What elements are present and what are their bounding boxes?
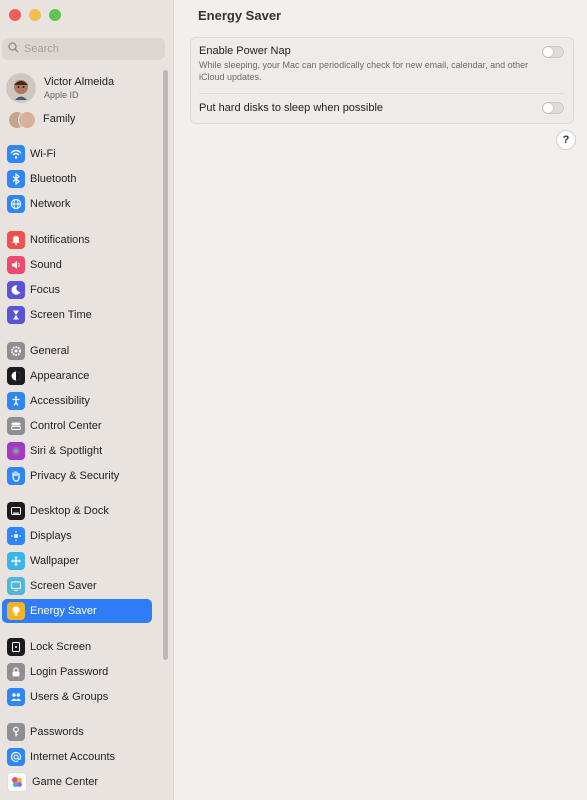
sidebar-item-notifications[interactable]: Notifications (2, 228, 152, 252)
sidebar-item-label: Bluetooth (30, 173, 77, 185)
sidebar-item-sound[interactable]: Sound (2, 253, 152, 277)
sidebar: Search Victor Almeida Apple ID Family Wi… (0, 0, 174, 800)
users-icon (7, 688, 25, 706)
sidebar-item-label: Network (30, 198, 71, 210)
search-placeholder: Search (24, 43, 59, 55)
gear-icon (7, 342, 25, 360)
sidebar-item-displays[interactable]: Displays (2, 524, 152, 548)
power-nap-label: Enable Power Nap (199, 45, 291, 57)
sidebar-item-label: Wi-Fi (30, 148, 56, 160)
game-center-icon (7, 772, 27, 792)
help-button[interactable]: ? (556, 130, 576, 150)
sidebar-item-control-center[interactable]: Control Center (2, 414, 152, 438)
key-icon (7, 723, 25, 741)
sidebar-item-lock-screen[interactable]: Lock Screen (2, 635, 152, 659)
sidebar-item-label: Siri & Spotlight (30, 445, 103, 457)
sidebar-item-label: Passwords (30, 726, 84, 738)
sidebar-item-focus[interactable]: Focus (2, 278, 152, 302)
sidebar-item-label: Sound (30, 259, 62, 271)
sidebar-item-label: Notifications (30, 234, 90, 246)
bell-icon (7, 231, 25, 249)
moon-icon (7, 281, 25, 299)
sidebar-item-label: Lock Screen (30, 641, 92, 653)
sidebar-item-internet-accounts[interactable]: Internet Accounts (2, 745, 152, 769)
sidebar-item-label: Appearance (30, 370, 90, 382)
minimize-window-button[interactable] (29, 9, 41, 21)
sidebar-item-appearance[interactable]: Appearance (2, 364, 152, 388)
family-avatars-icon (6, 111, 36, 129)
sidebar-item-label: Privacy & Security (30, 470, 120, 482)
bluetooth-icon (7, 170, 25, 188)
sidebar-item-wallpaper[interactable]: Wallpaper (2, 549, 152, 573)
sidebar-item-label: Login Password (30, 666, 109, 678)
sidebar-item-energy-saver[interactable]: Energy Saver (2, 599, 152, 623)
appearance-icon (7, 367, 25, 385)
disk-sleep-label: Put hard disks to sleep when possible (199, 102, 384, 114)
control-center-icon (7, 417, 25, 435)
power-nap-description: While sleeping, your Mac can periodicall… (199, 60, 529, 82)
sidebar-item-screen-time[interactable]: Screen Time (2, 303, 152, 327)
sidebar-item-label: Accessibility (30, 395, 90, 407)
sidebar-item-label: Users & Groups (30, 691, 109, 703)
settings-panel: Enable Power Nap While sleeping, your Ma… (190, 37, 574, 124)
search-icon (8, 42, 24, 56)
sidebar-item-label: Wallpaper (30, 555, 80, 567)
dock-icon (7, 502, 25, 520)
page-title: Energy Saver (198, 8, 282, 23)
screen-saver-icon (7, 577, 25, 595)
speaker-icon (7, 256, 25, 274)
sidebar-item-screen-saver[interactable]: Screen Saver (2, 574, 152, 598)
avatar (6, 73, 36, 103)
sidebar-item-passwords[interactable]: Passwords (2, 720, 152, 744)
siri-icon (7, 442, 25, 460)
power-nap-row: Enable Power Nap While sleeping, your Ma… (199, 45, 564, 83)
family-label: Family (43, 113, 76, 125)
sidebar-item-label: Displays (30, 530, 72, 542)
lock-screen-icon (7, 638, 25, 656)
sidebar-item-wi-fi[interactable]: Wi-Fi (2, 142, 152, 166)
sidebar-item-siri-spotlight[interactable]: Siri & Spotlight (2, 439, 152, 463)
sidebar-item-label: General (30, 345, 70, 357)
sidebar-item-label: Control Center (30, 420, 102, 432)
sidebar-item-label: Screen Saver (30, 580, 97, 592)
wallpaper-icon (7, 552, 25, 570)
sidebar-item-label: Screen Time (30, 309, 92, 321)
globe-icon (7, 195, 25, 213)
wifi-icon (7, 145, 25, 163)
disk-sleep-toggle[interactable] (542, 102, 564, 114)
sidebar-item-label: Energy Saver (30, 605, 97, 617)
hand-icon (7, 467, 25, 485)
sidebar-item-game-center[interactable]: Game Center (2, 770, 152, 794)
at-icon (7, 748, 25, 766)
sidebar-item-label: Desktop & Dock (30, 505, 109, 517)
sidebar-item-desktop-dock[interactable]: Desktop & Dock (2, 499, 152, 523)
sidebar-item-label: Focus (30, 284, 60, 296)
hourglass-icon (7, 306, 25, 324)
accessibility-icon (7, 392, 25, 410)
sidebar-scrollbar[interactable] (163, 70, 168, 660)
sidebar-item-label: Game Center (32, 776, 99, 788)
lightbulb-icon (7, 602, 25, 620)
divider (199, 93, 564, 94)
sidebar-item-label: Internet Accounts (30, 751, 115, 763)
window-controls (9, 9, 61, 21)
sidebar-item-network[interactable]: Network (2, 192, 152, 216)
power-nap-toggle[interactable] (542, 46, 564, 58)
search-input[interactable]: Search (2, 38, 165, 60)
display-icon (7, 527, 25, 545)
sidebar-item-users-groups[interactable]: Users & Groups (2, 685, 152, 709)
lock-icon (7, 663, 25, 681)
apple-id-profile[interactable]: Victor Almeida Apple ID (6, 73, 164, 103)
close-window-button[interactable] (9, 9, 21, 21)
sidebar-item-privacy-security[interactable]: Privacy & Security (2, 464, 152, 488)
sidebar-item-family[interactable]: Family (6, 111, 76, 129)
sidebar-item-bluetooth[interactable]: Bluetooth (2, 167, 152, 191)
sidebar-item-general[interactable]: General (2, 339, 152, 363)
main-pane: Energy Saver Enable Power Nap While slee… (174, 0, 587, 800)
profile-subtitle: Apple ID (44, 89, 79, 100)
profile-name: Victor Almeida (44, 75, 115, 88)
sidebar-item-login-password[interactable]: Login Password (2, 660, 152, 684)
zoom-window-button[interactable] (49, 9, 61, 21)
sidebar-item-accessibility[interactable]: Accessibility (2, 389, 152, 413)
